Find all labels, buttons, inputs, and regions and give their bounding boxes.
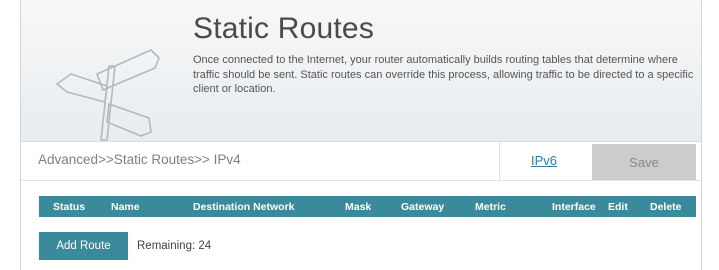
column-header-edit: Edit [608,201,628,213]
divider [21,180,701,181]
column-header-delete: Delete [650,201,682,213]
page-description: Once connected to the Internet, your rou… [193,54,694,95]
page-title: Static Routes [193,12,375,45]
column-header-mask: Mask [345,201,372,213]
right-border [701,0,702,270]
routes-table-header: Status Name Destination Network Mask Gat… [39,196,696,217]
remaining-count: Remaining: 24 [137,240,212,252]
page-header: Static Routes Once connected to the Inte… [21,0,701,142]
column-header-status: Status [53,201,86,213]
column-header-metric: Metric [475,201,506,213]
column-header-destination-network: Destination Network [193,201,295,213]
save-button[interactable]: Save [592,144,696,180]
divider [499,142,500,180]
page-frame: Static Routes Once connected to the Inte… [0,0,719,270]
column-header-interface: Interface [552,201,596,213]
breadcrumb: Advanced>>Static Routes>> IPv4 [38,152,241,167]
add-route-button[interactable]: Add Route [39,232,128,260]
column-header-gateway: Gateway [401,201,445,213]
breadcrumb-bar: Advanced>>Static Routes>> IPv4 IPv6 Save [21,142,701,180]
signpost-icon [56,49,160,141]
column-header-name: Name [111,201,140,213]
ipv6-link[interactable]: IPv6 [531,153,557,168]
